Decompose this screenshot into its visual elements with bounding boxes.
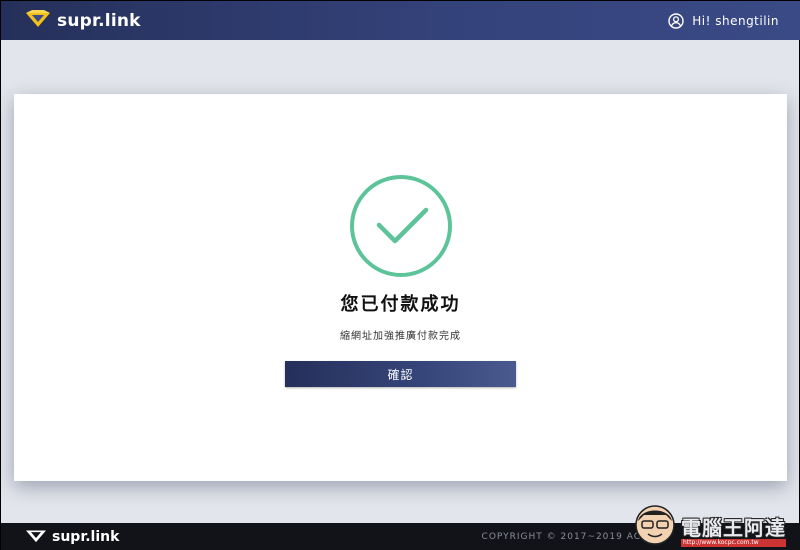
watermark: 電腦王阿達 http://www.kocpc.com.tw — [633, 499, 793, 547]
confirm-button[interactable]: 確認 — [285, 361, 516, 387]
diamond-logo-icon — [25, 528, 47, 547]
diamond-logo-icon — [25, 9, 51, 32]
watermark-url: http://www.kocpc.com.tw — [681, 539, 786, 547]
user-menu[interactable]: Hi! shengtilin — [668, 12, 779, 29]
copyright-text: COPYRIGHT © 2017~2019 AC — [481, 532, 641, 542]
check-circle-icon — [349, 175, 452, 277]
footer-brand[interactable]: supr.link — [25, 528, 119, 547]
mascot-face-icon — [635, 505, 675, 545]
top-navbar: supr.link Hi! shengtilin — [1, 1, 800, 40]
watermark-text: 電腦王阿達 — [681, 516, 786, 540]
footer-brand-name: supr.link — [52, 529, 120, 545]
page-subtitle: 縮網址加強推廣付款完成 — [340, 331, 461, 342]
user-greeting: Hi! shengtilin — [692, 13, 779, 28]
brand-logo-link[interactable]: supr.link — [25, 9, 141, 32]
user-circle-icon — [668, 12, 684, 29]
payment-success-card: 您已付款成功 縮網址加強推廣付款完成 確認 — [14, 94, 787, 481]
page-title: 您已付款成功 — [340, 294, 461, 315]
brand-name: supr.link — [57, 10, 141, 31]
